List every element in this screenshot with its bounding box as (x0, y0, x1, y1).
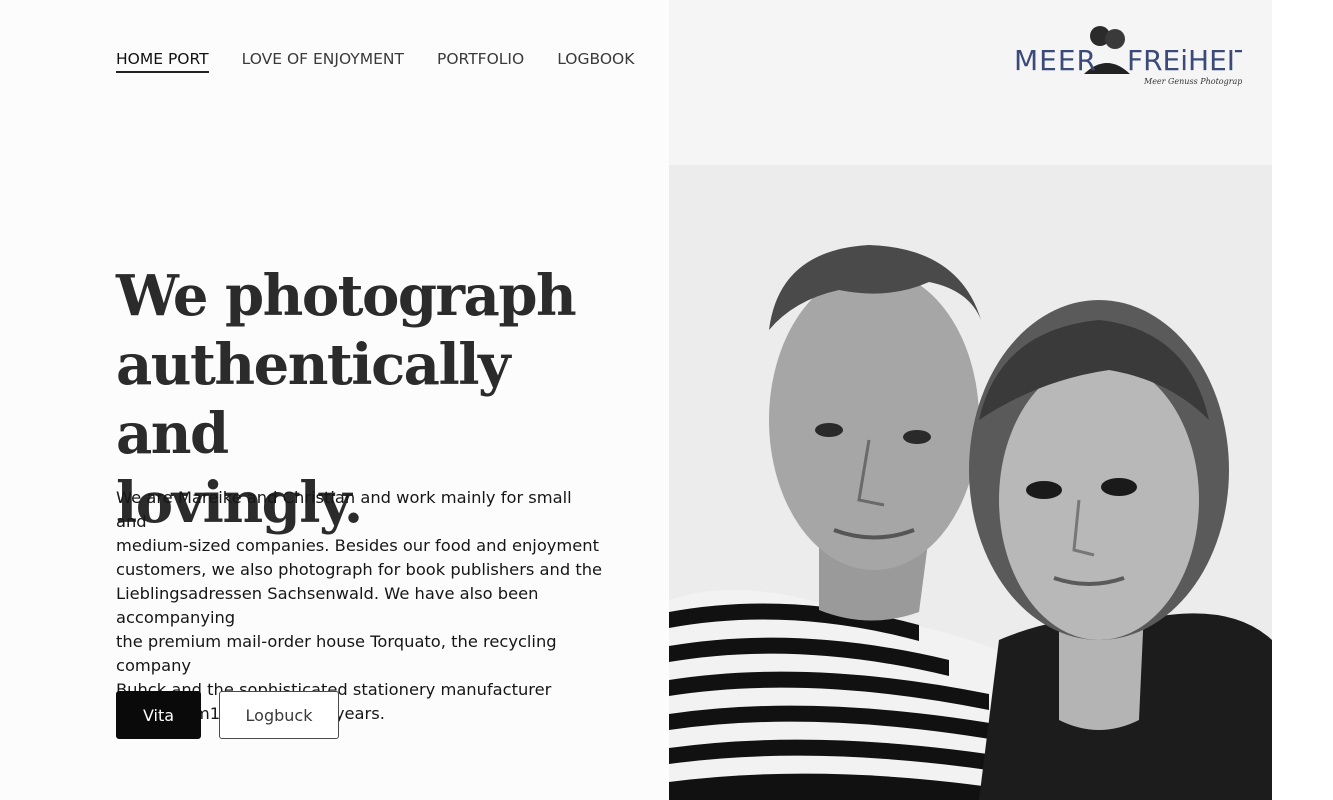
nav-item-logbook[interactable]: LOGBOOK (557, 50, 634, 71)
couple-portrait-image (669, 0, 1272, 800)
logbuck-button[interactable]: Logbuck (219, 691, 339, 739)
intro-line: Lieblingsadressen Sachsenwald. We have a… (116, 584, 539, 627)
intro-line: the premium mail-order house Torquato, t… (116, 632, 557, 675)
hero-headline-line: authentically and (116, 332, 511, 467)
portrait-illustration (669, 0, 1272, 800)
intro-line: customers, we also photograph for book p… (116, 560, 603, 579)
nav-item-love-of-enjoyment[interactable]: LOVE OF ENJOYMENT (242, 50, 404, 71)
vita-button[interactable]: Vita (116, 691, 201, 739)
nav-item-home-port[interactable]: HOME PORT (116, 50, 209, 73)
main-navigation: HOME PORT LOVE OF ENJOYMENT PORTFOLIO LO… (116, 50, 634, 73)
nav-item-portfolio[interactable]: PORTFOLIO (437, 50, 524, 71)
meerfreiheit-logo[interactable]: MEER FREiHEIT Meer Genuss Photography (1012, 22, 1253, 94)
logo-text-left: MEER (1014, 44, 1097, 77)
logo-mark-icon: MEER FREiHEIT Meer Genuss Photography (1014, 26, 1253, 86)
intro-line: We are Mareike and Christian and work ma… (116, 488, 572, 531)
intro-line: medium-sized companies. Besides our food… (116, 536, 599, 555)
hero-headline-line: We photograph (116, 263, 577, 329)
logo-tagline: Meer Genuss Photography (1143, 77, 1242, 86)
logo-text-right: FREiHEIT (1127, 44, 1242, 77)
intro-paragraph: We are Mareike and Christian and work ma… (116, 486, 606, 726)
page-right-margin (1272, 0, 1333, 800)
